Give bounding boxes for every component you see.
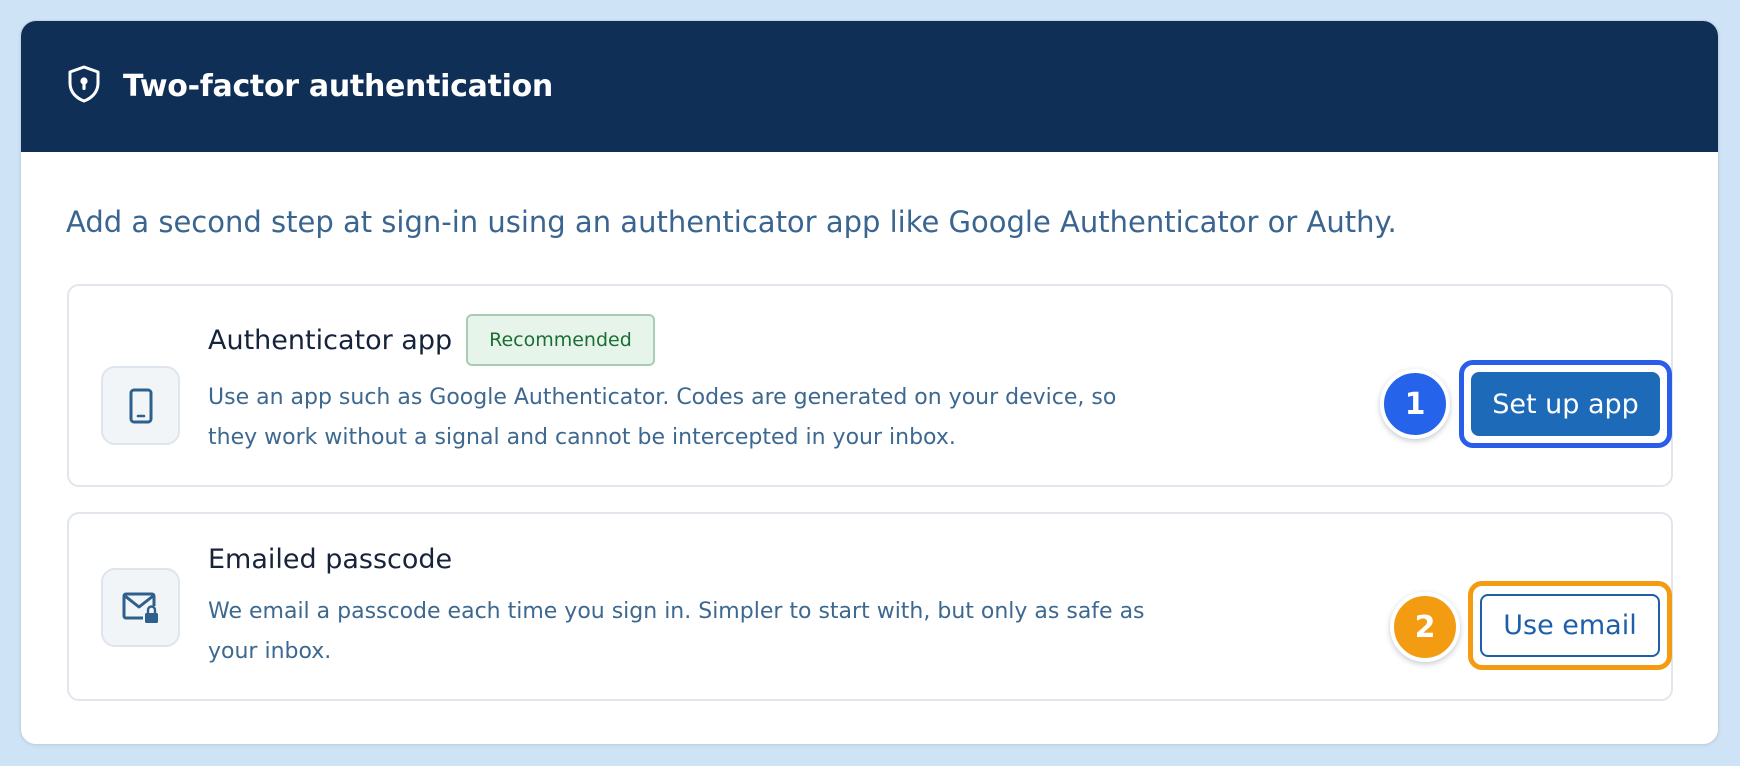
option-title-row: Authenticator app Recommended (208, 314, 655, 366)
set-up-app-button[interactable]: Set up app (1471, 372, 1660, 436)
two-factor-card: Two-factor authentication Add a second s… (20, 20, 1719, 745)
icon-tile (101, 366, 180, 445)
shield-lock-icon (68, 65, 100, 103)
option-description: We email a passcode each time you sign i… (208, 599, 1145, 664)
use-email-button[interactable]: Use email (1480, 594, 1660, 657)
card-header: Two-factor authentication (21, 21, 1718, 152)
option-title-row: Emailed passcode (208, 536, 452, 582)
option-title: Authenticator app (208, 324, 453, 356)
page-title: Two-factor authentication (123, 69, 553, 104)
option-description: Use an app such as Google Authenticator.… (208, 385, 1117, 450)
icon-tile (101, 568, 180, 647)
smartphone-icon (129, 388, 152, 423)
step-marker-2: 2 (1390, 592, 1460, 662)
recommended-badge: Recommended (466, 314, 655, 366)
step-marker-1: 1 (1380, 369, 1450, 439)
mail-lock-icon (122, 592, 158, 623)
intro-text: Add a second step at sign-in using an au… (66, 205, 1397, 239)
option-title: Emailed passcode (208, 543, 453, 575)
